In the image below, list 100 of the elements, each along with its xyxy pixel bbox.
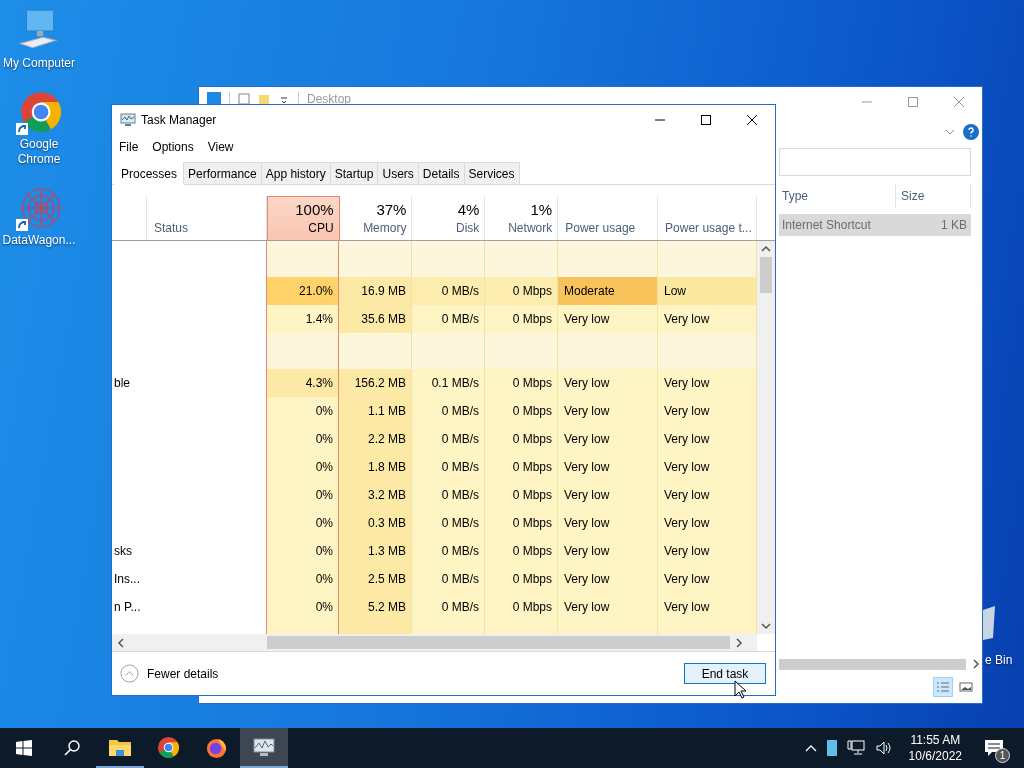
process-name: sks xyxy=(113,544,132,558)
table-cell: 0% xyxy=(266,537,339,565)
table-cell: 35.6 MB xyxy=(339,305,412,333)
table-cell: Very low xyxy=(658,565,757,593)
chevron-up-icon[interactable] xyxy=(804,744,817,752)
tab[interactable]: Users xyxy=(377,162,419,184)
table-cell: 0 MB/s xyxy=(412,397,485,425)
scroll-right-icon[interactable] xyxy=(735,637,743,648)
tab[interactable]: Details xyxy=(417,162,465,184)
menu-item[interactable]: Options xyxy=(152,140,194,154)
scroll-right-icon[interactable] xyxy=(972,659,980,669)
tab[interactable]: Startup xyxy=(329,162,379,184)
table-cell: 0 Mbps xyxy=(485,565,558,593)
column-header[interactable]: Type xyxy=(777,184,896,208)
scrollbar-thumb[interactable] xyxy=(760,257,772,293)
table-cell: 0 Mbps xyxy=(485,593,558,621)
notifications-button[interactable]: 1 xyxy=(978,733,1010,763)
table-cell: 0 MB/s xyxy=(412,277,485,305)
task-manager-icon[interactable] xyxy=(240,728,288,768)
table-cell: Very low xyxy=(558,305,658,333)
tab[interactable]: App history xyxy=(260,162,331,184)
windows-logo-icon xyxy=(16,740,32,756)
table-cell: 16.9 MB xyxy=(339,277,412,305)
column-header[interactable]: Power usage t... xyxy=(658,196,758,240)
tab[interactable]: Services xyxy=(463,162,520,184)
clock[interactable]: 11:55 AM 10/6/2022 xyxy=(908,732,962,764)
file-row[interactable]: Internet Shortcut 1 KB xyxy=(779,214,971,236)
network-icon[interactable] xyxy=(846,740,865,756)
column-header[interactable]: 100% CPU xyxy=(266,196,340,240)
icon-label: e Bin xyxy=(985,653,1013,667)
table-cell: Low xyxy=(658,277,757,305)
search-icon xyxy=(64,740,80,756)
table-cell: 1.4% xyxy=(266,305,339,333)
fewer-details-button[interactable]: Fewer details xyxy=(120,664,219,683)
table-cell: 0 MB/s xyxy=(412,453,485,481)
scroll-up-icon[interactable] xyxy=(761,245,771,253)
table-cell: 0 Mbps xyxy=(485,397,558,425)
table-cell: 0 MB/s xyxy=(412,537,485,565)
table-cell: 0 MB/s xyxy=(412,509,485,537)
table-cell: 1.1 MB xyxy=(339,397,412,425)
list-icon xyxy=(936,681,950,693)
table-cell: Very low xyxy=(658,481,757,509)
close-icon xyxy=(747,115,757,125)
image-icon xyxy=(959,681,973,693)
icon-label: DataWagon... xyxy=(1,233,77,248)
window-title: Task Manager xyxy=(141,113,217,127)
column-header[interactable]: Power usage xyxy=(558,196,659,240)
table-cell: 5.2 MB xyxy=(339,593,412,621)
table-cell: Very low xyxy=(658,397,757,425)
table-cell: 0% xyxy=(266,593,339,621)
table-cell: Moderate xyxy=(558,277,658,305)
task-manager-icon[interactable] xyxy=(120,112,136,128)
scrollbar-thumb[interactable] xyxy=(779,658,966,670)
icon-label: My Computer xyxy=(2,56,76,71)
table-cell: 0.1 MB/s xyxy=(412,369,485,397)
table-cell: 0% xyxy=(266,509,339,537)
table-cell: 0.3 MB xyxy=(339,509,412,537)
device-icon[interactable] xyxy=(826,740,837,756)
table-cell: 0 Mbps xyxy=(485,481,558,509)
table-cell: Very low xyxy=(658,593,757,621)
column-header[interactable]: 4% Disk xyxy=(412,196,486,240)
table-cell: Very low xyxy=(558,453,658,481)
scroll-down-icon[interactable] xyxy=(761,622,771,630)
table-cell: 0% xyxy=(266,425,339,453)
maximize-icon xyxy=(908,97,918,107)
end-task-button[interactable]: End task xyxy=(684,663,766,684)
address-field[interactable] xyxy=(779,148,971,176)
table-cell: 2.2 MB xyxy=(339,425,412,453)
menu-item[interactable]: File xyxy=(119,140,139,154)
table-cell: Very low xyxy=(558,593,658,621)
chevron-down-icon[interactable] xyxy=(945,129,955,135)
table-cell: 0 Mbps xyxy=(485,277,558,305)
table-cell: Very low xyxy=(658,369,757,397)
scroll-left-icon[interactable] xyxy=(117,637,125,648)
tab[interactable]: Performance xyxy=(183,162,262,184)
chevron-up-circle-icon xyxy=(120,664,139,683)
table-cell: Very low xyxy=(558,537,658,565)
column-header[interactable]: Size xyxy=(896,184,971,208)
column-header[interactable]: 37% Memory xyxy=(339,196,413,240)
table-cell: 156.2 MB xyxy=(339,369,412,397)
maximize-icon xyxy=(701,115,711,125)
help-icon[interactable] xyxy=(963,124,979,140)
table-cell: 0 Mbps xyxy=(485,305,558,333)
table-cell: Very low xyxy=(558,565,658,593)
table-cell: Very low xyxy=(558,481,658,509)
menu-item[interactable]: View xyxy=(207,140,234,154)
table-cell: Very low xyxy=(558,397,658,425)
scrollbar-thumb[interactable] xyxy=(267,636,730,649)
table-cell: 0 MB/s xyxy=(412,593,485,621)
document-icon[interactable] xyxy=(238,93,250,105)
table-cell: 0 MB/s xyxy=(412,481,485,509)
table-cell: Very low xyxy=(558,369,658,397)
table-cell: Very low xyxy=(558,509,658,537)
table-cell: 0 MB/s xyxy=(412,305,485,333)
column-header[interactable]: Status xyxy=(146,196,267,240)
table-cell: 0% xyxy=(266,565,339,593)
column-header[interactable]: 1% Network xyxy=(485,196,559,240)
table-cell: 1.3 MB xyxy=(339,537,412,565)
table-cell: 0 MB/s xyxy=(412,565,485,593)
volume-icon[interactable] xyxy=(874,740,893,756)
